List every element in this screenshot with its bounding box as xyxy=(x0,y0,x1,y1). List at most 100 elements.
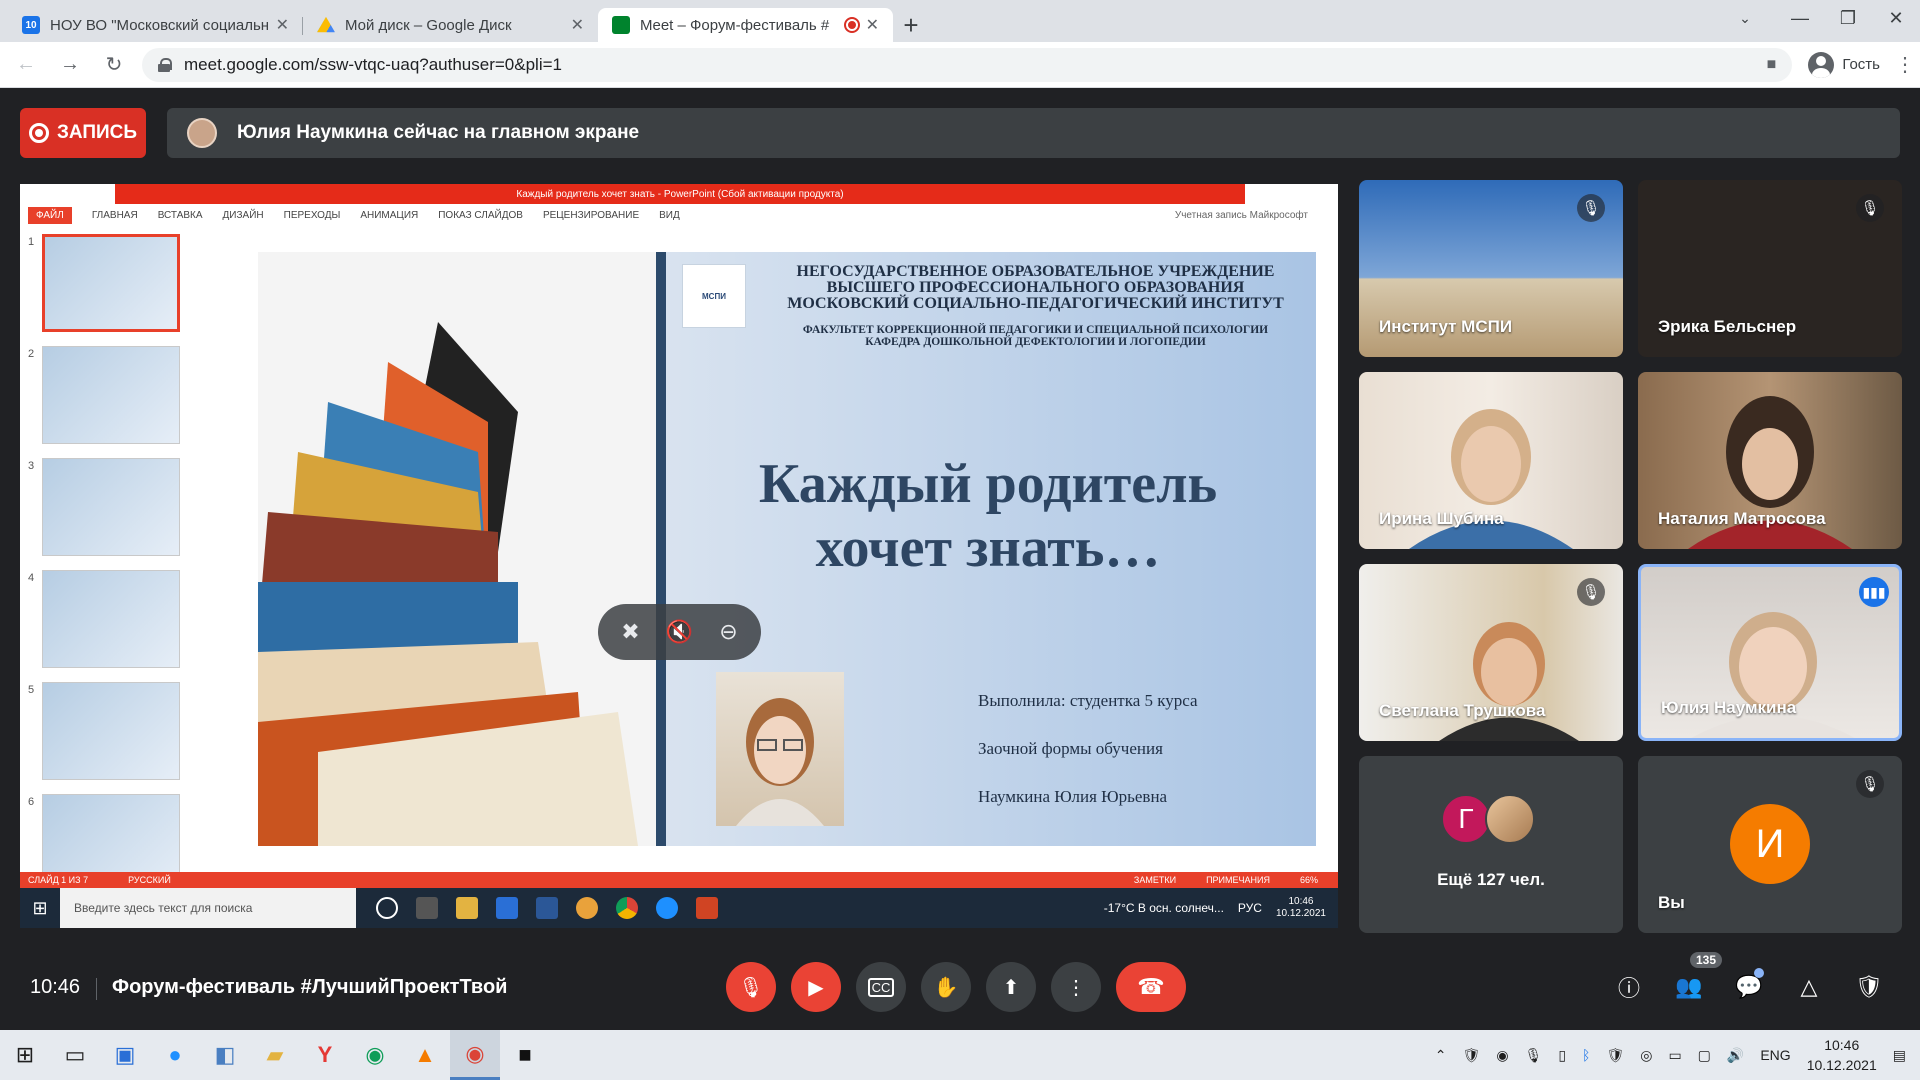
terminal-icon[interactable]: ■ xyxy=(500,1030,550,1080)
participant-tile[interactable]: Наталия Матросова xyxy=(1638,372,1902,549)
edge-icon[interactable]: ● xyxy=(150,1030,200,1080)
tab-title: НОУ ВО "Московский социальн xyxy=(50,16,268,34)
lock-icon[interactable] xyxy=(158,57,172,72)
control-panel-icon[interactable]: ▣ xyxy=(100,1030,150,1080)
minimize-circle-icon[interactable]: ⊖ xyxy=(709,619,749,645)
more-participants-label: Ещё 127 чел. xyxy=(1437,870,1545,889)
meeting-info-icon[interactable]: ⓘ xyxy=(1614,972,1644,1002)
org-name: НЕГОСУДАРСТВЕННОЕ ОБРАЗОВАТЕЛЬНОЕ УЧРЕЖД… xyxy=(763,264,1308,312)
self-name: Вы xyxy=(1658,893,1685,912)
edge-icon xyxy=(656,897,678,919)
microphone-icon[interactable]: 🎙 xyxy=(1525,1047,1543,1064)
back-icon[interactable]: ← xyxy=(8,47,44,83)
participant-tile[interactable]: 🎙 Светлана Трушкова xyxy=(1359,564,1623,741)
slide-divider xyxy=(656,252,666,846)
close-tab-icon[interactable]: ✕ xyxy=(866,15,879,35)
recording-indicator-icon xyxy=(845,19,858,31)
camera-icon[interactable]: ■ xyxy=(1767,56,1777,74)
input-language[interactable]: ENG xyxy=(1760,1047,1790,1063)
participant-name: Светлана Трушкова xyxy=(1379,701,1546,720)
address-bar: ← → ↻ meet.google.com/ssw-vtqc-uaq?authu… xyxy=(0,42,1920,88)
slide-number: 1 xyxy=(28,236,35,248)
presentation-floating-controls: ✖ 🔇 ⊖ xyxy=(598,604,761,660)
faculty-line: ФАКУЛЬТЕТ КОРРЕКЦИОННОЙ ПЕДАГОГИКИ И СПЕ… xyxy=(802,324,1269,336)
battery-icon[interactable]: ▭ xyxy=(1668,1047,1681,1064)
webcam-icon[interactable]: ◉ xyxy=(1496,1047,1508,1064)
participant-tile[interactable]: 🎙 Эрика Бельснер xyxy=(1638,180,1902,357)
display-icon[interactable]: ▢ xyxy=(1698,1047,1711,1064)
browser-menu-icon[interactable]: ⋮ xyxy=(1890,52,1920,77)
vlc-icon[interactable]: ▲ xyxy=(400,1030,450,1080)
raise-hand-button[interactable]: ✋ xyxy=(921,962,971,1012)
meeting-clock: 10:46 xyxy=(30,976,81,998)
books-image xyxy=(258,252,658,846)
restore-icon[interactable]: ❐ xyxy=(1824,0,1872,36)
minimize-icon[interactable]: — xyxy=(1776,0,1824,36)
browser-tab-bar: 10 НОУ ВО "Московский социальн ✕ Мой дис… xyxy=(0,0,1920,42)
bluetooth-icon[interactable]: ᛒ xyxy=(1582,1047,1590,1063)
leave-call-button[interactable]: ☎ xyxy=(1116,962,1186,1012)
network-drive-icon[interactable]: ◧ xyxy=(200,1030,250,1080)
network-icon[interactable]: ◎ xyxy=(1640,1047,1652,1064)
defender-icon[interactable]: 🛡 xyxy=(1606,1047,1624,1064)
participant-tile[interactable]: 🎙 Институт МСПИ xyxy=(1359,180,1623,357)
new-tab-button[interactable]: + xyxy=(893,8,929,42)
chrome-active-icon[interactable]: ◉ xyxy=(450,1030,500,1080)
tab-search-icon[interactable]: ⌄ xyxy=(1730,6,1760,30)
url-text: meet.google.com/ssw-vtqc-uaq?authuser=0&… xyxy=(184,54,562,74)
mic-toggle-button[interactable]: 🎙 xyxy=(726,962,776,1012)
reload-icon[interactable]: ↻ xyxy=(96,47,132,83)
comments-status: ПРИМЕЧАНИЯ xyxy=(1206,875,1270,885)
more-options-button[interactable]: ⋮ xyxy=(1051,962,1101,1012)
volume-icon[interactable]: 🔊 xyxy=(1727,1047,1744,1064)
ppt-account: Учетная запись Майкрософт xyxy=(1174,209,1308,221)
host-controls-icon[interactable]: 🛡 xyxy=(1854,972,1884,1002)
more-participants-tile[interactable]: Г Ещё 127 чел. xyxy=(1359,756,1623,933)
self-avatar: И xyxy=(1730,804,1810,884)
profile-label: Гость xyxy=(1842,56,1880,73)
self-tile[interactable]: 🎙 И Вы xyxy=(1638,756,1902,933)
recording-button[interactable]: ЗАПИСЬ xyxy=(20,108,146,158)
slide-title: Каждый родитель хочет знать… xyxy=(688,452,1288,580)
participant-tile[interactable]: Ирина Шубина xyxy=(1359,372,1623,549)
pin-off-icon[interactable]: ✖ xyxy=(611,619,651,645)
volume-off-icon[interactable]: 🔇 xyxy=(660,619,700,645)
system-tray: ⌃ 🛡 ◉ 🎙 ▯ ᛒ 🛡 ◎ ▭ ▢ 🔊 ENG 10:46 10.12.20… xyxy=(1435,1035,1920,1075)
slide-number: 6 xyxy=(28,796,35,808)
yandex-icon[interactable]: Y xyxy=(300,1030,350,1080)
url-field[interactable]: meet.google.com/ssw-vtqc-uaq?authuser=0&… xyxy=(142,47,1793,82)
ribbon-tab: АНИМАЦИЯ xyxy=(360,209,419,221)
captions-button[interactable]: CC xyxy=(856,962,906,1012)
word-icon xyxy=(536,897,558,919)
weather-status: -17°C В осн. солнеч... xyxy=(1103,901,1224,915)
tab-meet[interactable]: Meet – Форум-фестиваль # ✕ xyxy=(598,8,893,42)
close-window-icon[interactable]: ✕ xyxy=(1872,0,1920,36)
ppt-status-bar: СЛАЙД 1 ИЗ 7 РУССКИЙ ЗАМЕТКИ ПРИМЕЧАНИЯ … xyxy=(20,872,1338,888)
windows-start-icon[interactable]: ⊞ xyxy=(0,1030,50,1080)
security-icon[interactable]: 🛡 xyxy=(1463,1047,1481,1064)
camera-toggle-button[interactable]: ▶ xyxy=(791,962,841,1012)
task-view-icon[interactable]: ▭ xyxy=(50,1030,100,1080)
file-explorer-icon[interactable]: ▰ xyxy=(250,1030,300,1080)
shared-screen: Каждый родитель хочет знать - PowerPoint… xyxy=(20,184,1338,928)
taskbar-clock[interactable]: 10:46 10.12.2021 xyxy=(1807,1035,1877,1075)
tab-mspi[interactable]: 10 НОУ ВО "Московский социальн ✕ xyxy=(8,8,303,42)
ribbon-tab: ПОКАЗ СЛАЙДОВ xyxy=(438,209,523,221)
chrome-icon[interactable]: ◉ xyxy=(350,1030,400,1080)
close-tab-icon[interactable]: ✕ xyxy=(571,15,584,35)
banner-text: Юлия Наумкина сейчас на главном экране xyxy=(237,122,640,143)
current-slide: МСПИ НЕГОСУДАРСТВЕННОЕ ОБРАЗОВАТЕЛЬНОЕ У… xyxy=(258,252,1316,846)
tray-chevron-icon[interactable]: ⌃ xyxy=(1435,1047,1447,1064)
activities-icon[interactable]: △ xyxy=(1794,972,1824,1002)
folder-icon xyxy=(456,897,478,919)
people-icon[interactable]: 👥 xyxy=(1674,972,1704,1002)
notifications-icon[interactable]: ▤ xyxy=(1893,1047,1906,1064)
close-tab-icon[interactable]: ✕ xyxy=(276,15,289,35)
author-photo xyxy=(716,672,844,826)
forward-icon[interactable]: → xyxy=(52,47,88,83)
usb-icon[interactable]: ▯ xyxy=(1558,1047,1566,1064)
tab-google-drive[interactable]: Мой диск – Google Диск ✕ xyxy=(303,8,598,42)
profile-button[interactable]: Гость xyxy=(1808,51,1880,78)
participant-tile-speaking[interactable]: ▮▮▮ Юлия Наумкина xyxy=(1638,564,1902,741)
present-button[interactable]: ⬆ xyxy=(986,962,1036,1012)
